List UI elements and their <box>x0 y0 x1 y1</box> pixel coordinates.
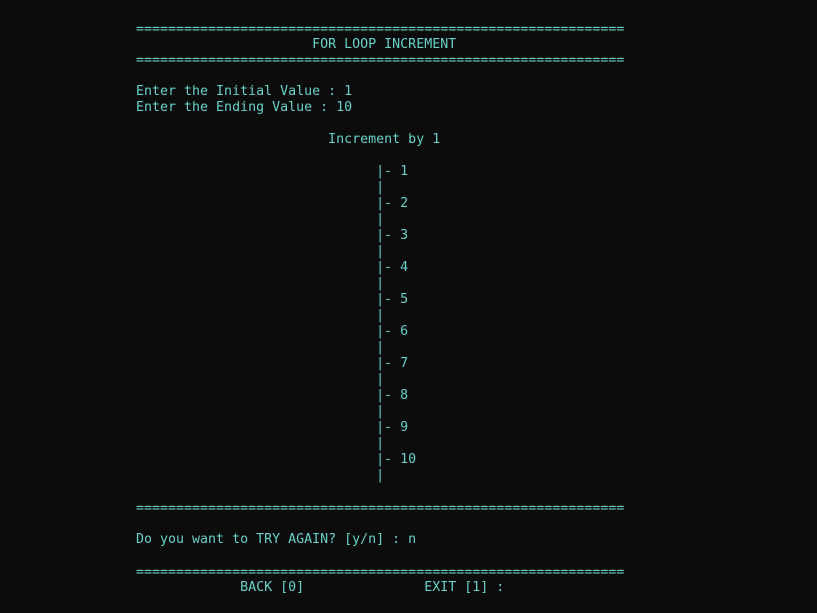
loop-connector: | <box>136 180 385 195</box>
menu-options[interactable]: BACK [0] EXIT [1] : <box>136 580 504 596</box>
loop-item: |- 3 <box>136 228 409 243</box>
ending-value-prompt: Enter the Ending Value : 10 <box>136 100 353 115</box>
loop-item: |- 1 <box>136 164 409 179</box>
loop-connector: | <box>136 340 385 355</box>
console-window: ========================================… <box>0 0 817 613</box>
try-again-prompt[interactable]: Do you want to TRY AGAIN? [y/n] : n <box>136 532 416 548</box>
loop-item: |- 9 <box>136 420 409 435</box>
loop-item: |- 4 <box>136 260 409 275</box>
page-title: FOR LOOP INCREMENT <box>136 37 457 52</box>
loop-item: |- 8 <box>136 388 409 403</box>
loop-connector: | <box>136 212 385 227</box>
loop-connector: | <box>136 436 385 451</box>
separator-middle: ========================================… <box>136 501 625 516</box>
separator-top: ========================================… <box>136 22 625 37</box>
loop-item: |- 10 <box>136 452 417 467</box>
loop-item: |- 6 <box>136 324 409 339</box>
loop-connector: | <box>136 404 385 419</box>
loop-connector: | <box>136 308 385 323</box>
loop-item: |- 5 <box>136 292 409 307</box>
text-cursor <box>416 548 424 550</box>
loop-connector: | <box>136 372 385 387</box>
separator-bottom: ========================================… <box>136 565 625 580</box>
loop-connector: | <box>136 276 385 291</box>
initial-value-prompt: Enter the Initial Value : 1 <box>136 84 353 99</box>
loop-item: |- 7 <box>136 356 409 371</box>
increment-label: Increment by 1 <box>136 132 441 147</box>
loop-connector: | <box>136 244 385 259</box>
separator-title: ========================================… <box>136 53 625 68</box>
loop-item: |- 2 <box>136 196 409 211</box>
loop-connector: | <box>136 468 385 483</box>
